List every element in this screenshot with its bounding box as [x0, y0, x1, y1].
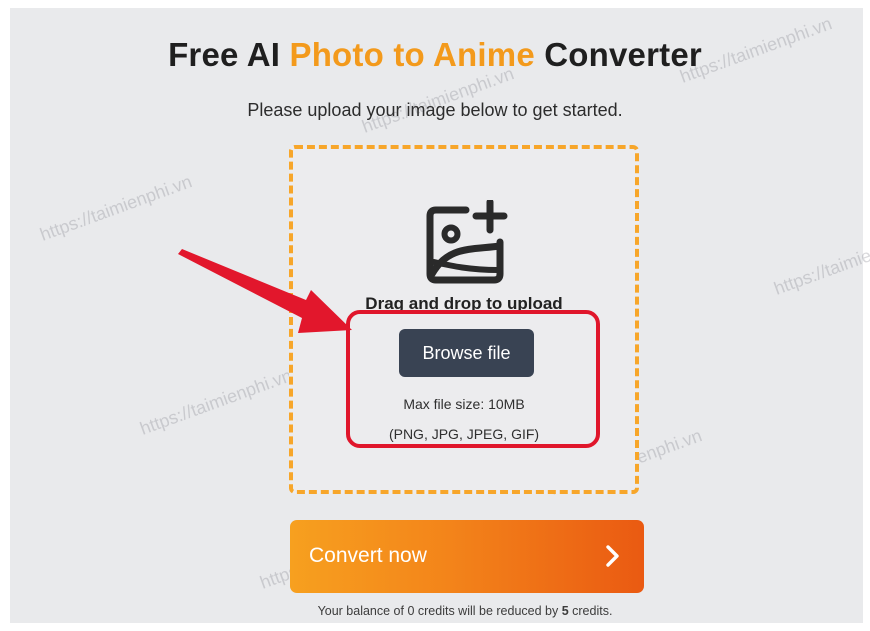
title-accent: Photo to Anime — [289, 36, 535, 73]
image-plus-icon — [426, 200, 508, 284]
page-subtitle: Please upload your image below to get st… — [247, 100, 623, 120]
page-title: Free AI Photo to Anime Converter — [0, 36, 870, 74]
chevron-right-icon — [606, 545, 619, 567]
title-suffix: Converter — [534, 36, 702, 73]
credit-balance-note: Your balance of 0 credits will be reduce… — [0, 604, 870, 618]
convert-now-label: Convert now — [309, 544, 427, 567]
balance-credit-amount: 5 — [561, 604, 569, 618]
convert-now-button[interactable]: Convert now — [290, 520, 644, 593]
highlight-annotation-box — [346, 310, 600, 448]
balance-text-before: Your balance of 0 credits will be reduce… — [317, 604, 562, 618]
balance-text-after: credits. — [568, 604, 613, 618]
title-prefix: Free AI — [168, 36, 290, 73]
